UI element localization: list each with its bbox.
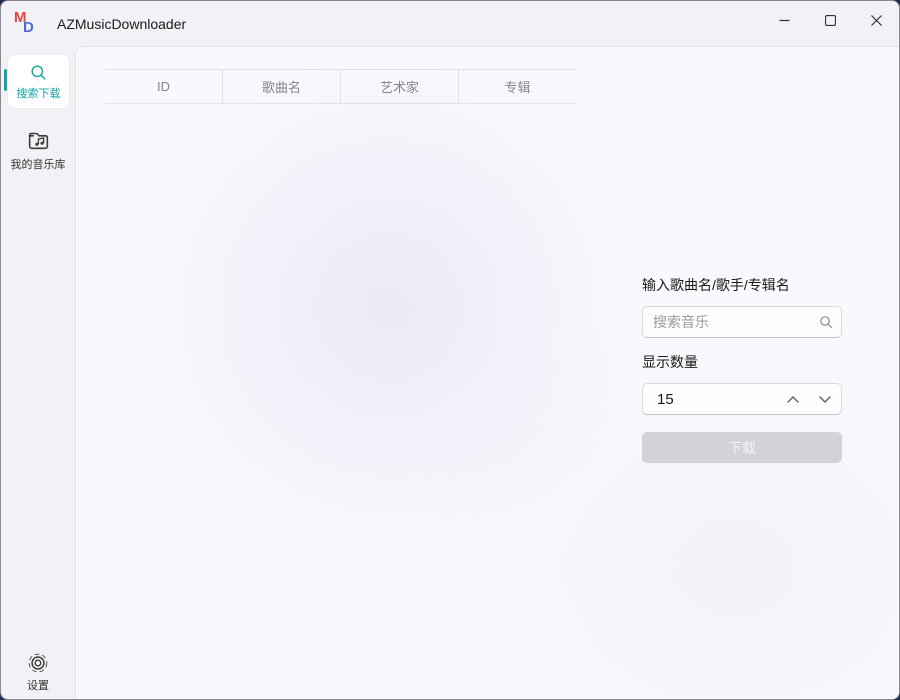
stepper-decrease-button[interactable] (809, 384, 841, 414)
music-library-icon (26, 128, 51, 153)
search-form-title: 输入歌曲名/歌手/专辑名 (642, 275, 842, 293)
stepper-increase-button[interactable] (777, 384, 809, 414)
search-icon (819, 315, 833, 329)
column-header-artist[interactable]: 艺术家 (340, 70, 458, 103)
search-icon (26, 63, 51, 82)
column-header-id[interactable]: ID (105, 70, 222, 103)
column-header-song[interactable]: 歌曲名 (222, 70, 340, 103)
app-title: AZMusicDownloader (57, 16, 186, 32)
window-controls (761, 1, 899, 46)
quantity-stepper: 15 (642, 383, 842, 415)
app-window: M D AZMusicDownloader 搜索下载 (0, 0, 900, 700)
gear-icon (26, 651, 50, 675)
app-logo-icon: M D (14, 10, 42, 37)
titlebar: M D AZMusicDownloader (1, 1, 899, 46)
minimize-icon (779, 15, 790, 26)
search-input[interactable] (642, 306, 842, 338)
sidebar-item-label: 搜索下载 (17, 85, 61, 101)
search-box (642, 306, 842, 338)
results-table-header: ID 歌曲名 艺术家 专辑 (105, 69, 576, 104)
quantity-label: 显示数量 (642, 352, 842, 370)
download-button[interactable]: 下载 (642, 432, 842, 463)
sidebar-item-search-download[interactable]: 搜索下载 (8, 55, 69, 108)
chevron-up-icon (787, 396, 799, 403)
sidebar-item-settings[interactable]: 设置 (1, 651, 75, 693)
sidebar-item-label: 我的音乐库 (11, 156, 66, 172)
content-pane: ID 歌曲名 艺术家 专辑 输入歌曲名/歌手/专辑名 显示数量 15 (75, 46, 899, 699)
maximize-icon (825, 15, 836, 26)
close-icon (871, 15, 882, 26)
minimize-button[interactable] (761, 1, 807, 39)
sidebar-item-my-music-library[interactable]: 我的音乐库 (8, 122, 69, 179)
sidebar: 搜索下载 我的音乐库 设置 (1, 46, 75, 699)
maximize-button[interactable] (807, 1, 853, 39)
column-header-album[interactable]: 专辑 (458, 70, 576, 103)
chevron-down-icon (819, 396, 831, 403)
close-button[interactable] (853, 1, 899, 39)
quantity-value[interactable]: 15 (643, 391, 777, 408)
search-form-panel: 输入歌曲名/歌手/专辑名 显示数量 15 (642, 275, 842, 463)
logo-letter-d: D (23, 19, 34, 36)
sidebar-item-label: 设置 (27, 677, 49, 693)
active-item-indicator (4, 69, 7, 91)
